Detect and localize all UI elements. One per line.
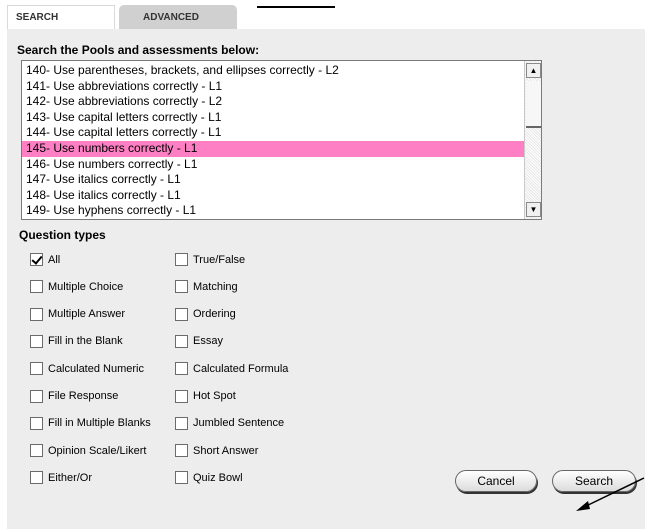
checkbox-label: Ordering [193,308,236,321]
checkbox[interactable] [30,334,43,348]
question-type-option[interactable]: Jumbled Sentence [175,416,285,430]
checkbox[interactable] [175,444,188,458]
question-type-option[interactable]: Opinion Scale/Likert [30,444,147,458]
list-item[interactable]: 144- Use capital letters correctly - L1 [22,125,525,141]
question-type-option[interactable]: Calculated Formula [175,362,289,376]
checkbox[interactable] [175,416,188,430]
checkbox-label: Opinion Scale/Likert [48,444,147,457]
checkbox[interactable] [175,471,188,485]
checkbox[interactable] [30,389,43,403]
checkbox-label: Essay [193,335,223,348]
checkbox-label: Jumbled Sentence [193,417,285,430]
checkbox[interactable] [175,389,188,403]
checkbox-label: Fill in the Blank [48,335,123,348]
checkbox-label: Multiple Choice [48,280,124,293]
question-type-option[interactable]: Matching [175,280,238,294]
checkbox[interactable] [175,253,188,266]
checkbox-label: Either/Or [48,471,93,484]
list-item-selected[interactable]: 145- Use numbers correctly - L1 [22,140,525,157]
question-type-option[interactable]: All [30,253,60,266]
list-item[interactable]: 140- Use parentheses, brackets, and elli… [22,63,525,79]
list-scrollbar[interactable]: ▲ ▼ [524,61,541,219]
pool-listbox[interactable]: 140- Use parentheses, brackets, and elli… [21,60,542,220]
checkbox[interactable] [30,253,43,266]
checkbox-label: Quiz Bowl [193,471,243,484]
checkbox-label: File Response [48,390,119,402]
question-type-option[interactable]: File Response [30,389,119,403]
checkbox-label: All [48,253,61,266]
question-type-option[interactable]: Hot Spot [175,389,236,403]
tab-search[interactable]: SEARCH [7,5,115,29]
checkbox[interactable] [30,362,43,376]
checkbox-label: Hot Spot [193,390,236,402]
question-type-option[interactable]: Quiz Bowl [175,471,243,485]
header-link-underline [257,6,335,8]
checkbox[interactable] [30,471,43,485]
annotation-arrow-icon [576,477,645,511]
question-type-option[interactable]: Ordering [175,307,236,321]
checkbox[interactable] [175,334,188,348]
checkbox[interactable] [30,444,43,458]
question-type-option[interactable]: Fill in the Blank [30,334,123,348]
question-type-option[interactable]: Multiple Choice [30,280,124,294]
question-type-option[interactable]: Multiple Answer [30,307,126,321]
checkbox[interactable] [30,280,43,294]
checkbox-label: Short Answer [193,444,259,457]
checkbox-label: True/False [193,253,246,266]
list-item[interactable]: 146- Use numbers correctly - L1 [22,157,525,173]
checkbox[interactable] [175,362,188,376]
list-item[interactable]: 149- Use hyphens correctly - L1 [22,203,525,219]
question-type-option[interactable]: Fill in Multiple Blanks [30,416,151,430]
question-type-option[interactable]: Short Answer [175,444,259,458]
checkbox[interactable] [30,307,43,321]
list-item[interactable]: 142- Use abbreviations correctly - L2 [22,94,525,110]
checkbox[interactable] [175,307,188,321]
question-types-heading: Question types [19,228,106,242]
question-type-option[interactable]: Essay [175,334,223,348]
list-item[interactable]: 143- Use capital letters correctly - L1 [22,110,525,126]
checkbox[interactable] [30,416,43,430]
checkbox[interactable] [175,280,188,294]
tab-bar: SEARCH ADVANCED [7,5,245,29]
checkbox-label: Calculated Numeric [48,362,144,375]
scroll-up-arrow-icon[interactable]: ▲ [526,63,541,78]
list-item[interactable]: 147- Use italics correctly - L1 [22,172,525,188]
list-item[interactable]: 141- Use abbreviations correctly - L1 [22,79,525,95]
pool-list-heading: Search the Pools and assessments below: [17,43,260,57]
question-type-option[interactable]: True/False [175,253,245,266]
scrollbar-thumb[interactable] [526,81,541,128]
checkbox-label: Fill in Multiple Blanks [48,417,151,430]
list-item[interactable]: 150- Use hyphens correctly - L1 [22,219,525,220]
scroll-down-arrow-icon[interactable]: ▼ [526,202,541,217]
list-item[interactable]: 148- Use italics correctly - L1 [22,188,525,204]
question-type-option[interactable]: Either/Or [30,471,93,485]
pool-list-items: 140- Use parentheses, brackets, and elli… [22,63,525,220]
checkbox-label: Matching [193,280,238,293]
question-type-option[interactable]: Calculated Numeric [30,362,144,376]
checkbox-label: Calculated Formula [193,362,289,375]
cancel-button[interactable]: Cancel [455,470,537,492]
checkbox-label: Multiple Answer [48,308,126,321]
tab-advanced[interactable]: ADVANCED [119,5,237,29]
